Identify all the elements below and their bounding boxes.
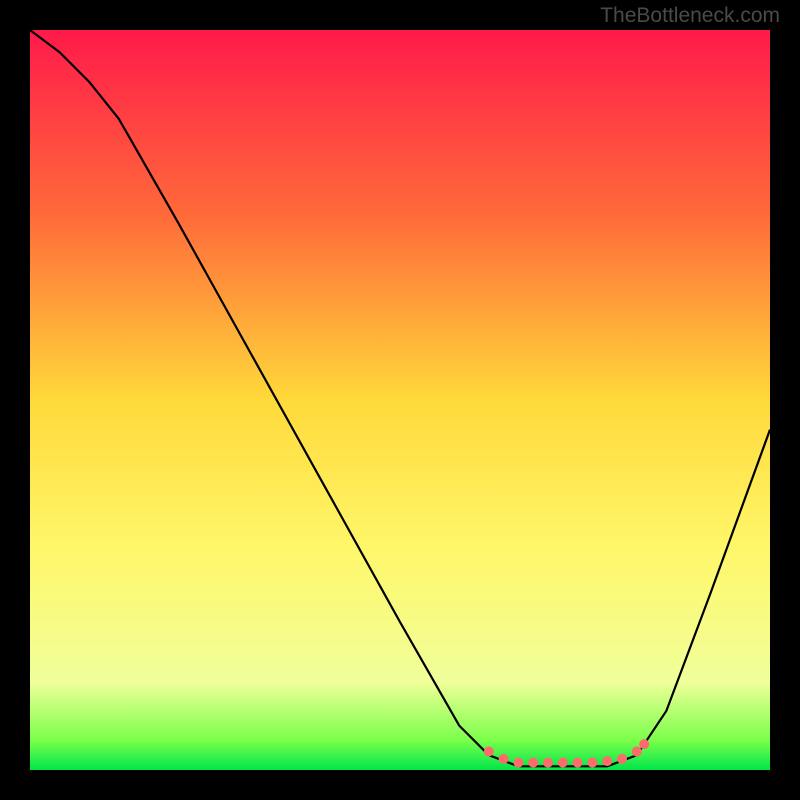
curve-marker — [617, 754, 627, 764]
chart-svg — [30, 30, 770, 770]
curve-marker — [513, 758, 523, 768]
curve-marker — [543, 758, 553, 768]
curve-marker — [528, 758, 538, 768]
curve-marker — [632, 747, 642, 757]
curve-marker — [587, 758, 597, 768]
watermark-text: TheBottleneck.com — [600, 4, 780, 28]
curve-marker — [573, 758, 583, 768]
curve-marker — [499, 754, 509, 764]
curve-marker — [558, 758, 568, 768]
curve-marker — [484, 747, 494, 757]
chart-container — [30, 30, 770, 770]
curve-marker — [639, 739, 649, 749]
chart-background — [30, 30, 770, 770]
curve-marker — [602, 756, 612, 766]
